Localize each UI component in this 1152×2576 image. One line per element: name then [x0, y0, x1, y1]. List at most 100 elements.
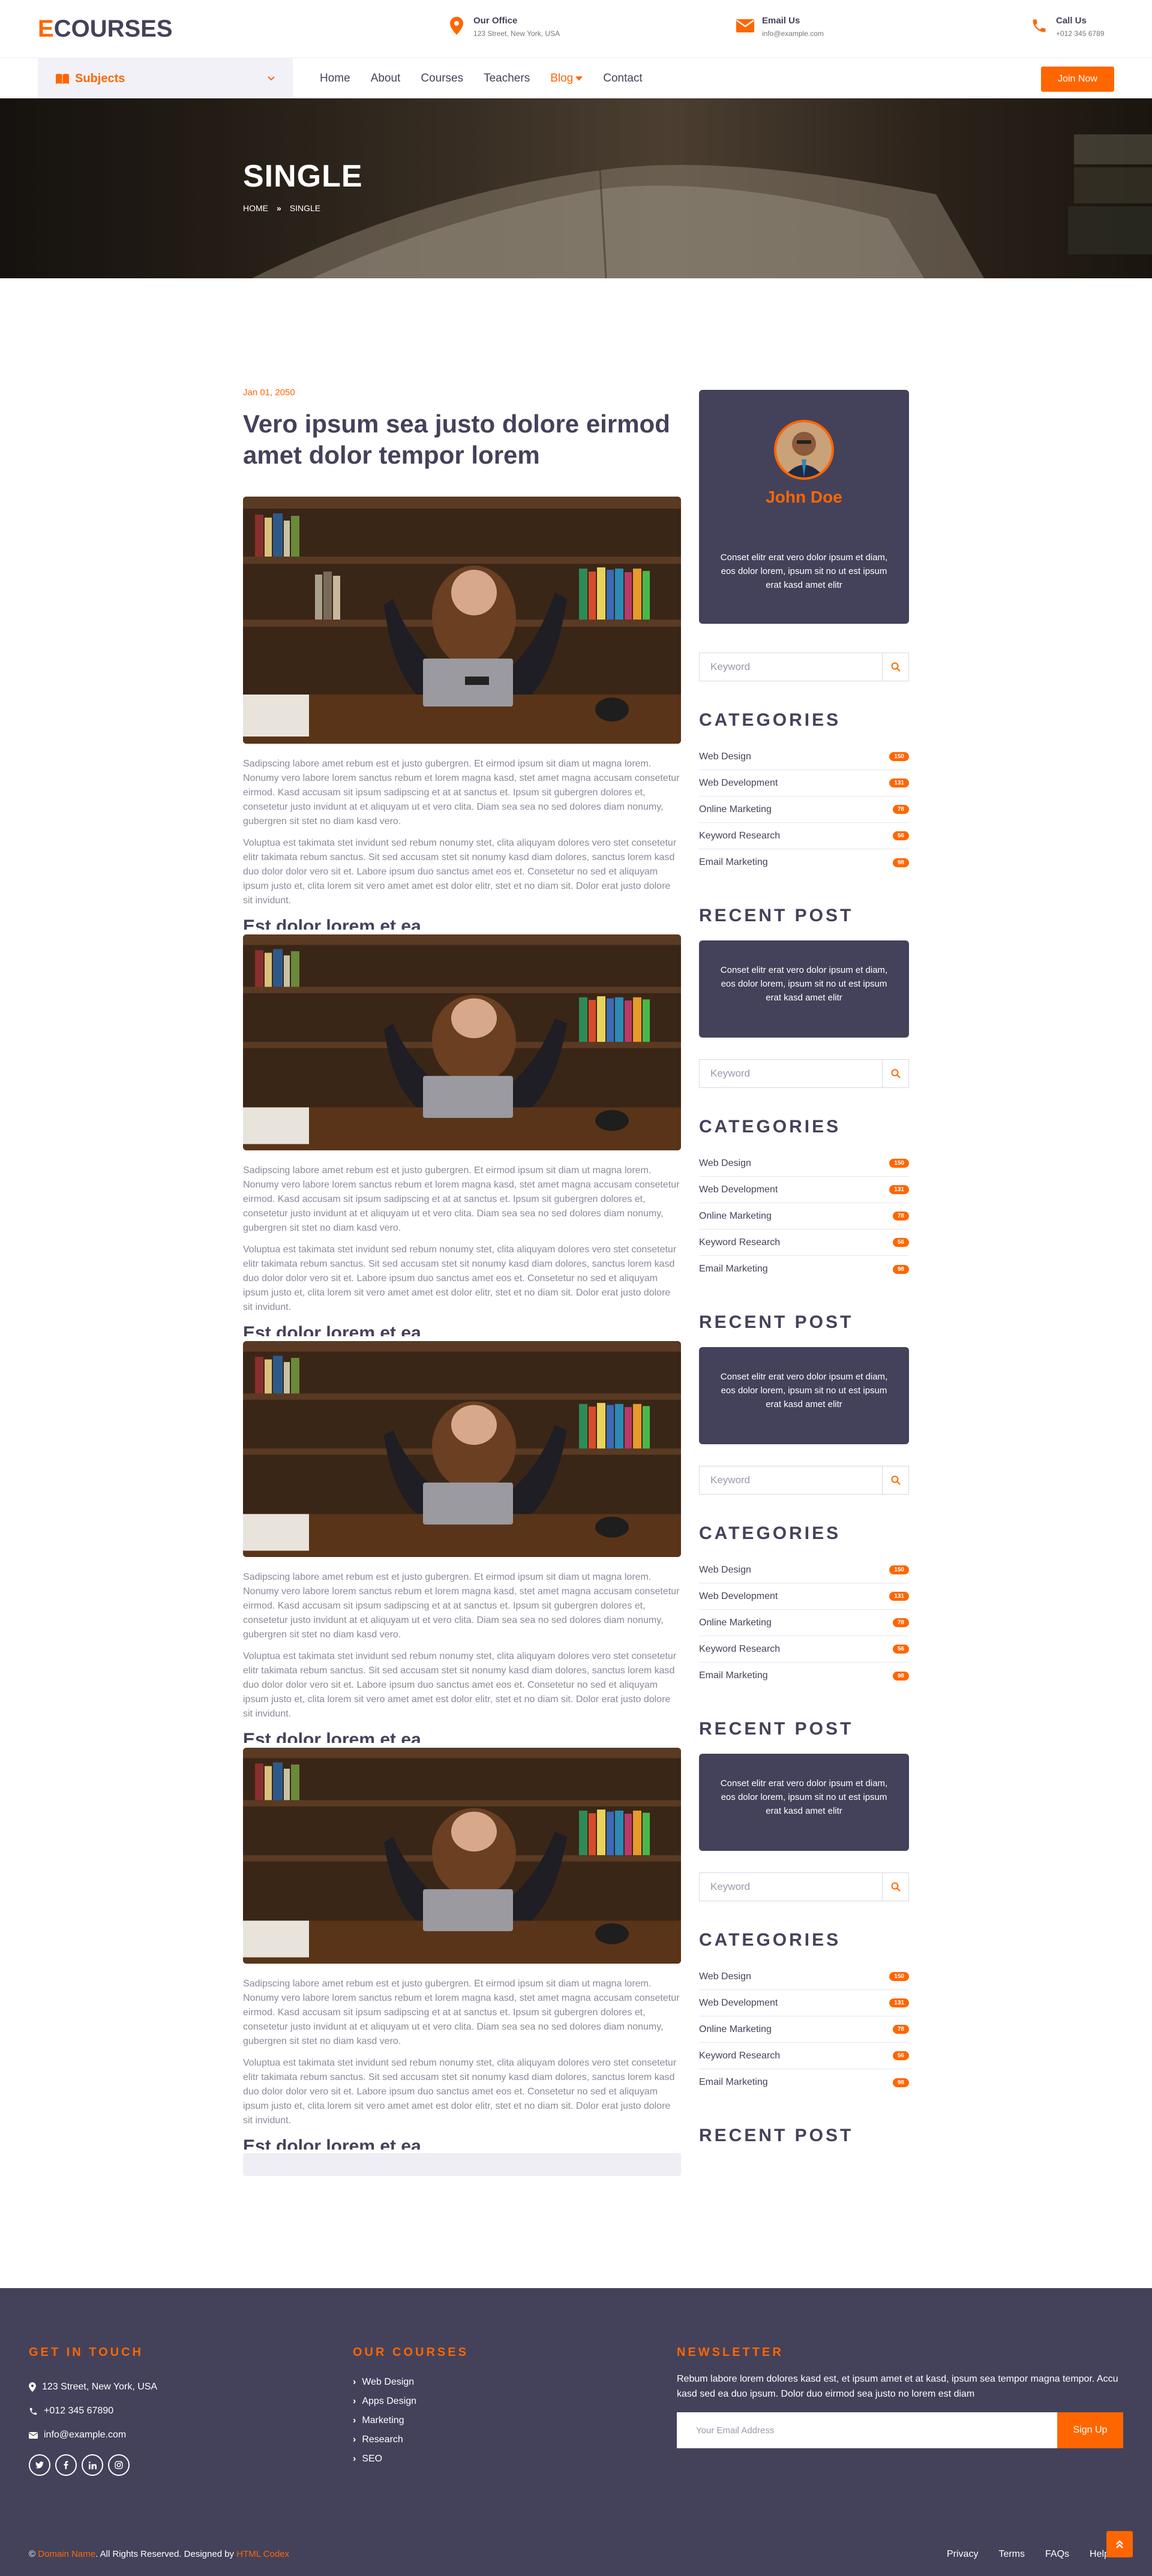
article-paragraph: Voluptua est takimata stet invidunt sed …: [243, 1245, 677, 1312]
author-bio: Conset elitr erat vero dolor ipsum et di…: [720, 552, 888, 590]
category-item[interactable]: Web Development 131: [699, 770, 909, 796]
category-item[interactable]: Web Development 131: [699, 1177, 909, 1203]
footer-course-link[interactable]: › SEO: [353, 2449, 469, 2469]
recent-post-card[interactable]: Conset elitr erat vero dolor ipsum et di…: [699, 1347, 909, 1444]
contact-office: Our Office 123 Street, New York, USA: [447, 15, 560, 40]
footer-course-link[interactable]: › Research: [353, 2430, 469, 2449]
keyword-search: Keyword: [699, 1059, 909, 1088]
category-name: Email Marketing: [699, 857, 768, 867]
breadcrumb-home[interactable]: HOME: [243, 203, 268, 213]
category-list: Web Design 150 Web Development 131 Online …: [699, 1964, 909, 2096]
category-name: Keyword Research: [699, 830, 781, 841]
contact-title: Call Us: [1056, 16, 1087, 26]
category-count-badge: 98: [892, 858, 909, 867]
category-name: Web Design: [699, 1564, 751, 1575]
brand-logo[interactable]: ECOURSES: [38, 16, 173, 41]
category-item[interactable]: Web Design 150: [699, 744, 909, 770]
newsletter-text: Rebum labore lorem dolores kasd est, et …: [677, 2374, 1118, 2399]
nav-contact[interactable]: Contact: [603, 72, 642, 85]
faqs-link[interactable]: FAQs: [1045, 2549, 1069, 2560]
category-name: Online Marketing: [699, 1210, 772, 1221]
recent-post-heading: RECENT POST: [699, 906, 854, 925]
chevron-right-icon: ›: [353, 2377, 356, 2387]
subjects-dropdown[interactable]: Subjects: [38, 58, 293, 99]
categories-heading: CATEGORIES: [699, 1117, 841, 1137]
category-item[interactable]: Keyword Research 56: [699, 823, 909, 849]
category-item[interactable]: Web Design 150: [699, 1557, 909, 1583]
category-item[interactable]: Web Development 131: [699, 1990, 909, 2016]
category-item[interactable]: Web Development 131: [699, 1583, 909, 1610]
terms-link[interactable]: Terms: [998, 2549, 1025, 2560]
linkedin-icon[interactable]: [82, 2454, 103, 2476]
recent-post-card[interactable]: Conset elitr erat vero dolor ipsum et di…: [699, 940, 909, 1038]
nav-courses[interactable]: Courses: [421, 72, 463, 85]
nav-about[interactable]: About: [371, 72, 401, 85]
category-item[interactable]: Online Marketing 78: [699, 1610, 909, 1636]
article-section: Sadipscing labore amet rebum est et just…: [243, 1341, 681, 1743]
nav-teachers[interactable]: Teachers: [484, 72, 530, 85]
instagram-icon[interactable]: [108, 2454, 130, 2476]
search-input[interactable]: Keyword: [700, 1466, 882, 1494]
category-count-badge: 78: [892, 805, 909, 814]
search-input[interactable]: Keyword: [700, 1060, 882, 1087]
search-button[interactable]: [882, 1466, 908, 1494]
search-button[interactable]: [882, 1873, 908, 1901]
category-item[interactable]: Online Marketing 78: [699, 1203, 909, 1230]
keyword-search: Keyword: [699, 1466, 909, 1495]
article-paragraph: Sadipscing labore amet rebum est et just…: [243, 1572, 680, 1640]
category-item[interactable]: Email Marketing 98: [699, 1663, 909, 1689]
designer-link[interactable]: HTML Codex: [236, 2549, 289, 2559]
signup-button[interactable]: Sign Up: [1057, 2412, 1123, 2448]
newsletter-email-input[interactable]: Your Email Address: [677, 2412, 1057, 2448]
footer-heading: GET IN TOUCH: [29, 2346, 143, 2359]
search-button[interactable]: [882, 653, 908, 681]
category-item[interactable]: Keyword Research 56: [699, 2043, 909, 2069]
article-image: [243, 934, 681, 1150]
map-marker-icon: [29, 2382, 36, 2392]
subjects-label: Subjects: [75, 71, 125, 85]
recent-post-card[interactable]: Conset elitr erat vero dolor ipsum et di…: [699, 1754, 909, 1851]
search-input[interactable]: Keyword: [700, 1873, 882, 1901]
footer-course-link[interactable]: › Apps Design: [353, 2392, 469, 2411]
email-text: info@example.com: [44, 2430, 127, 2440]
footer-heading: NEWSLETTER: [677, 2346, 784, 2359]
chevron-right-icon: ›: [353, 2415, 356, 2425]
category-item[interactable]: Web Design 150: [699, 1150, 909, 1177]
brand-letter: E: [38, 16, 54, 42]
copyright-domain-link[interactable]: Domain Name: [38, 2549, 95, 2559]
footer-course-link[interactable]: › Web Design: [353, 2373, 469, 2392]
category-item[interactable]: Email Marketing 98: [699, 1256, 909, 1282]
category-list: Web Design 150 Web Development 131 Online …: [699, 744, 909, 876]
category-item[interactable]: Online Marketing 78: [699, 796, 909, 823]
contact-value: info@example.com: [762, 29, 824, 38]
recent-post-text: Conset elitr erat vero dolor ipsum et di…: [720, 965, 888, 1003]
search-button[interactable]: [882, 1060, 908, 1087]
privacy-link[interactable]: Privacy: [947, 2549, 978, 2560]
book-open-icon: [56, 74, 69, 84]
category-item[interactable]: Web Design 150: [699, 1964, 909, 1990]
copyright-text: . All Rights Reserved. Designed by: [95, 2549, 235, 2559]
contact-email: Email Us info@example.com: [736, 15, 824, 40]
category-item[interactable]: Keyword Research 56: [699, 1230, 909, 1256]
search-icon: [891, 662, 901, 672]
main-navbar: Subjects Home About Courses Teachers Blo…: [0, 58, 1152, 99]
search-input[interactable]: Keyword: [700, 653, 882, 681]
nav-blog[interactable]: Blog: [550, 72, 583, 85]
categories-heading: CATEGORIES: [699, 1930, 841, 1950]
nav-home[interactable]: Home: [320, 72, 350, 85]
category-count-badge: 56: [892, 2051, 909, 2060]
category-item[interactable]: Online Marketing 78: [699, 2016, 909, 2043]
category-count-badge: 78: [892, 1618, 909, 1627]
sidebar-block: Keyword CATEGORIES Web Design 150 Web Dev…: [699, 1466, 909, 1851]
post-date: Jan 01, 2050: [243, 387, 295, 398]
phone-icon: [1030, 15, 1049, 37]
category-item[interactable]: Email Marketing 98: [699, 849, 909, 876]
category-item[interactable]: Keyword Research 56: [699, 1636, 909, 1663]
category-item[interactable]: Email Marketing 98: [699, 2069, 909, 2096]
join-now-button[interactable]: Join Now: [1041, 67, 1114, 92]
back-to-top-button[interactable]: [1106, 2531, 1133, 2557]
facebook-icon[interactable]: [55, 2454, 77, 2476]
footer-course-link[interactable]: › Marketing: [353, 2411, 469, 2430]
article-paragraph: Sadipscing labore amet rebum est et just…: [243, 1165, 680, 1233]
twitter-icon[interactable]: [29, 2454, 50, 2476]
